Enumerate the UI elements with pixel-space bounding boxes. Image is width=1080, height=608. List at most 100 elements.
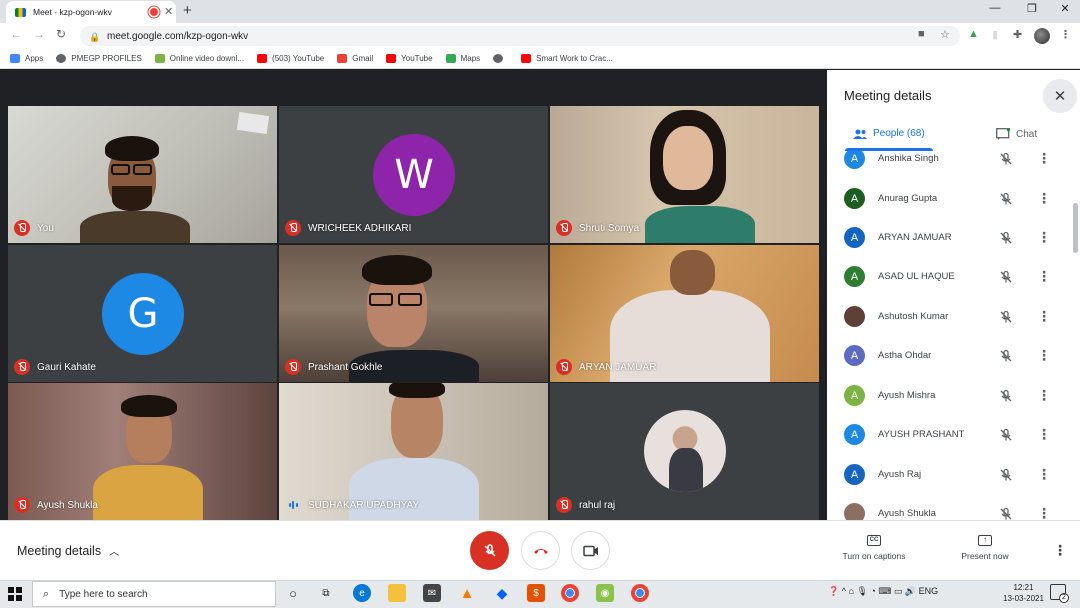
video-tile-sudhakar-upadhyay[interactable]: SUDHAKAR UPADHYAY — [279, 383, 548, 520]
extension-icon[interactable]: ▮ — [992, 28, 998, 41]
participant-more-options-icon[interactable]: ⋮ — [1037, 466, 1051, 483]
chrome-active-icon[interactable] — [631, 584, 649, 602]
bookmark-youtube[interactable]: YouTube — [386, 54, 433, 63]
bookmark-smart-work[interactable]: Smart Work to Crac... — [521, 54, 613, 63]
video-tile-aryan-jamuar[interactable]: ARYAN JAMUAR — [550, 245, 819, 382]
notifications-icon[interactable]: 2 — [1050, 584, 1069, 603]
bookmark-maps[interactable]: Maps — [445, 54, 480, 63]
participant-more-options-icon[interactable]: ⋮ — [1037, 347, 1051, 364]
close-tab-icon[interactable]: ✕ — [164, 5, 173, 18]
camera-in-use-icon[interactable]: ■ — [918, 28, 925, 40]
taskbar-search-placeholder: Type here to search — [59, 588, 148, 600]
video-tile-gauri-kahate[interactable]: G Gauri Kahate — [8, 245, 277, 382]
participant-row[interactable]: A ASAD UL HAQUE ⋮ — [827, 257, 1080, 296]
tab-people[interactable]: People (68) — [853, 128, 925, 139]
participant-row[interactable]: Ayush Shukla ⋮ — [827, 494, 1080, 520]
participant-muted-icon[interactable] — [999, 231, 1013, 245]
edge-icon[interactable]: e — [353, 584, 371, 602]
toggle-camera-button[interactable] — [571, 531, 610, 570]
participant-muted-icon[interactable] — [999, 192, 1013, 206]
cortana-icon[interactable]: ○ — [284, 584, 302, 602]
bookmark-youtube-503[interactable]: (503) YouTube — [257, 54, 324, 63]
task-view-icon[interactable]: ⧉ — [317, 584, 335, 602]
video-tile-ayush-shukla[interactable]: Ayush Shukla — [8, 383, 277, 520]
participant-more-options-icon[interactable]: ⋮ — [1037, 308, 1051, 325]
participant-row[interactable]: Ashutosh Kumar ⋮ — [827, 297, 1080, 336]
bookmark-globe[interactable] — [493, 54, 508, 63]
participant-row[interactable]: A AYUSH PRASHANT ⋮ — [827, 415, 1080, 454]
captions-button[interactable]: CC Turn on captions — [829, 535, 919, 561]
camera-icon — [582, 545, 598, 556]
participant-row[interactable]: A Anshika Singh ⋮ — [827, 151, 1080, 178]
participant-more-options-icon[interactable]: ⋮ — [1037, 505, 1051, 520]
globe-icon — [493, 54, 504, 63]
video-tile-prashant-gokhle[interactable]: Prashant Gokhle — [279, 245, 548, 382]
chrome-icon[interactable] — [561, 584, 579, 602]
vlc-icon[interactable]: ▲ — [458, 584, 476, 602]
participant-row[interactable]: A Astha Ohdar ⋮ — [827, 336, 1080, 375]
close-panel-button[interactable]: ✕ — [1043, 79, 1077, 113]
maximize-window-button[interactable]: ❐ — [1017, 2, 1047, 15]
back-button[interactable]: ← — [10, 27, 22, 41]
participant-more-options-icon[interactable]: ⋮ — [1037, 151, 1051, 167]
participant-muted-icon[interactable] — [999, 468, 1013, 482]
participant-muted-icon[interactable] — [999, 389, 1013, 403]
new-tab-button[interactable]: + — [183, 2, 192, 19]
tab-chat[interactable]: Chat — [996, 128, 1037, 140]
leave-call-button[interactable] — [521, 531, 560, 570]
notification-count: 2 — [1059, 593, 1069, 603]
bookmark-star-icon[interactable]: ☆ — [940, 28, 950, 41]
mic-off-icon — [285, 220, 301, 236]
participant-more-options-icon[interactable]: ⋮ — [1037, 229, 1051, 246]
panel-scrollbar[interactable] — [1073, 203, 1078, 253]
participant-row[interactable]: A Ayush Mishra ⋮ — [827, 376, 1080, 415]
app-red-icon[interactable]: $ — [527, 584, 545, 602]
bookmark-apps[interactable]: Apps — [10, 54, 43, 63]
video-tile-rahul-raj[interactable]: rahul raj — [550, 383, 819, 520]
battery-icon: ▭ — [893, 586, 903, 596]
participant-muted-icon[interactable] — [999, 428, 1013, 442]
participant-more-options-icon[interactable]: ⋮ — [1037, 190, 1051, 207]
taskbar-clock[interactable]: 12:21 13-03-2021 — [1003, 582, 1044, 604]
participant-more-options-icon[interactable]: ⋮ — [1037, 426, 1051, 443]
minimize-window-button[interactable]: — — [980, 2, 1010, 14]
reload-button[interactable]: ↻ — [56, 27, 66, 41]
browser-tab[interactable]: Meet - kzp-ogon-wkv ✕ — [6, 1, 176, 23]
dropbox-icon[interactable]: ◆ — [493, 584, 511, 602]
meet-app-icon[interactable]: ◉ — [596, 584, 614, 602]
participant-muted-icon[interactable] — [999, 349, 1013, 363]
video-tile-wricheek-adhikari[interactable]: W WRICHEEK ADHIKARI — [279, 106, 548, 243]
profile-avatar[interactable] — [1034, 28, 1050, 44]
video-tile-you[interactable]: You — [8, 106, 277, 243]
drive-extension-icon[interactable]: ▲ — [968, 28, 979, 40]
browser-menu-icon[interactable]: ⋮ — [1060, 28, 1071, 41]
bookmark-gmail[interactable]: Gmail — [337, 54, 373, 63]
meeting-details-button[interactable]: Meeting details ︿ — [17, 543, 119, 559]
bookmark-pmegp[interactable]: PMEGP PROFILES — [56, 54, 142, 63]
bookmark-video-downloader[interactable]: Online video downl... — [154, 54, 244, 63]
video-tile-shruti-somya[interactable]: Shruti Somya — [550, 106, 819, 243]
participant-muted-icon[interactable] — [999, 270, 1013, 284]
mic-off-icon — [14, 359, 30, 375]
chat-icon — [996, 128, 1010, 140]
windows-start-icon[interactable] — [8, 587, 22, 601]
participant-muted-icon[interactable] — [999, 310, 1013, 324]
taskbar-search-box[interactable]: ⌕ Type here to search — [32, 581, 276, 607]
participant-more-options-icon[interactable]: ⋮ — [1037, 268, 1051, 285]
address-bar[interactable]: 🔒 meet.google.com/kzp-ogon-wkv — [80, 26, 960, 46]
participant-row[interactable]: A Anurag Gupta ⋮ — [827, 179, 1080, 218]
participant-row[interactable]: A ARYAN JAMUAR ⋮ — [827, 218, 1080, 257]
toggle-mic-button[interactable] — [470, 531, 509, 570]
participant-row[interactable]: A Ayush Raj ⋮ — [827, 455, 1080, 494]
extensions-puzzle-icon[interactable]: ✚ — [1013, 28, 1022, 41]
close-window-button[interactable]: ✕ — [1050, 2, 1080, 15]
file-explorer-icon[interactable] — [388, 584, 406, 602]
participant-muted-icon[interactable] — [999, 152, 1013, 166]
system-tray[interactable]: ❓ ^ ⌂ 🎙 ◔ ⌨ ▭ 🔊 ENG — [828, 586, 938, 597]
mail-icon[interactable]: ✉ — [423, 584, 441, 602]
more-options-icon[interactable]: ⋮ — [1053, 542, 1067, 559]
forward-button[interactable]: → — [33, 27, 45, 41]
present-now-button[interactable]: ↑ Present now — [940, 535, 1030, 561]
participant-muted-icon[interactable] — [999, 507, 1013, 521]
participant-more-options-icon[interactable]: ⋮ — [1037, 387, 1051, 404]
